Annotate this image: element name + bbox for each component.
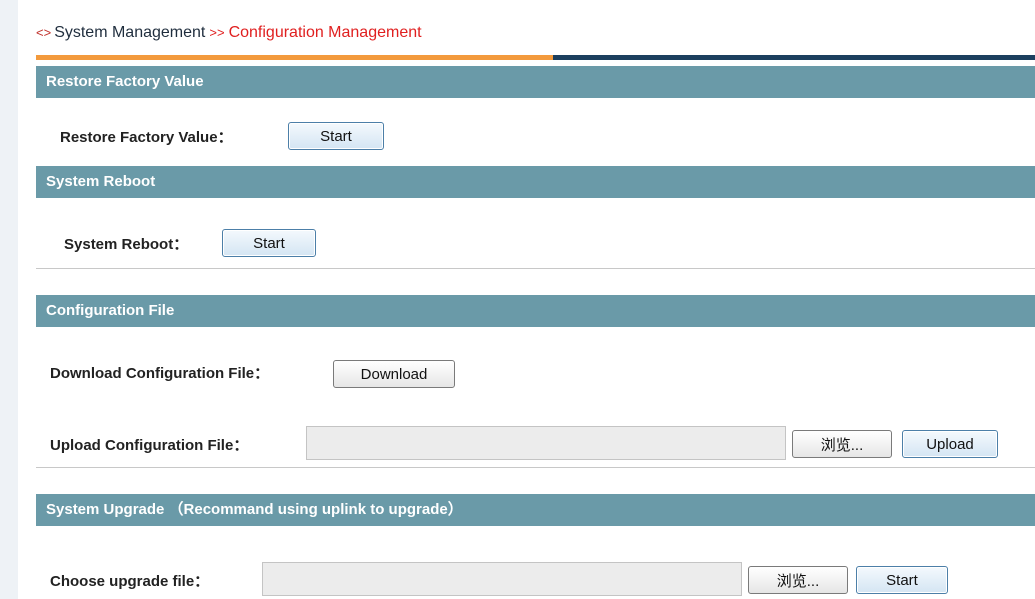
download-config-label: Download Configuration File： bbox=[50, 365, 270, 382]
left-sidebar-strip bbox=[0, 0, 18, 599]
upload-config-file-input[interactable] bbox=[306, 426, 786, 460]
system-reboot-label: System Reboot： bbox=[64, 236, 189, 253]
title-underline-bar bbox=[36, 55, 1035, 60]
section-header-configuration-file: Configuration File bbox=[36, 295, 1035, 327]
title-underline-accent bbox=[36, 55, 553, 60]
section-header-system-reboot: System Reboot bbox=[36, 166, 1035, 198]
upgrade-browse-button[interactable]: 浏览... bbox=[748, 566, 848, 594]
restore-factory-label: Restore Factory Value： bbox=[60, 129, 233, 146]
section-header-restore-factory: Restore Factory Value bbox=[36, 66, 1035, 98]
upgrade-start-button[interactable]: Start bbox=[856, 566, 948, 594]
choose-upgrade-file-label: Choose upgrade file： bbox=[50, 573, 210, 590]
upload-config-button[interactable]: Upload bbox=[902, 430, 998, 458]
breadcrumb-separator: >> bbox=[209, 25, 225, 40]
upload-config-label: Upload Configuration File： bbox=[50, 437, 249, 454]
breadcrumb-root[interactable]: System Management bbox=[54, 24, 205, 41]
breadcrumb-arrow-icon: <> bbox=[36, 25, 52, 40]
main-content: <> System Management >> Configuration Manag… bbox=[36, 0, 1035, 599]
breadcrumb-current: Configuration Management bbox=[228, 24, 422, 41]
section-header-system-upgrade: System Upgrade （Recommand using uplink t… bbox=[36, 494, 1035, 526]
section-divider bbox=[36, 268, 1035, 269]
restore-factory-start-button[interactable]: Start bbox=[288, 122, 384, 150]
breadcrumb: <> System Management >> Configuration Manag… bbox=[36, 24, 422, 42]
download-config-button[interactable]: Download bbox=[333, 360, 455, 388]
system-reboot-start-button[interactable]: Start bbox=[222, 229, 316, 257]
upgrade-file-input[interactable] bbox=[262, 562, 742, 596]
upload-config-browse-button[interactable]: 浏览... bbox=[792, 430, 892, 458]
section-divider bbox=[36, 467, 1035, 468]
